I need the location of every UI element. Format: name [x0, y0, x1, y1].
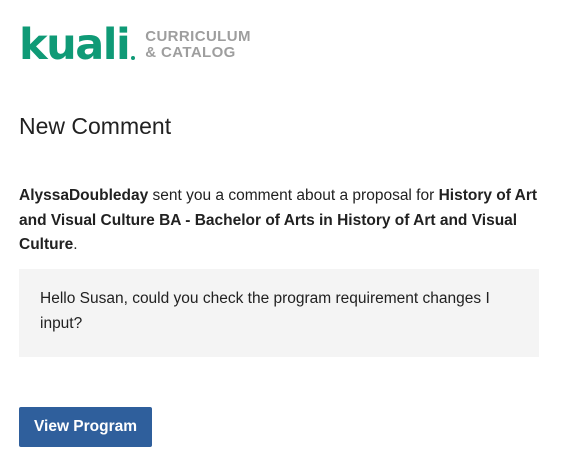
logo-dot: [131, 56, 136, 60]
kuali-logo: kuali CURRICULUM & CATALOG: [19, 20, 251, 70]
comment-text: Hello Susan, could you check the program…: [40, 290, 490, 332]
logo-subtitle-line1: CURRICULUM: [145, 28, 251, 45]
logo-subtitle: CURRICULUM & CATALOG: [145, 29, 251, 61]
view-program-button[interactable]: View Program: [19, 407, 152, 447]
email-page: kuali CURRICULUM & CATALOG New Comment A…: [0, 0, 561, 471]
message-middle: sent you a comment about a proposal for: [148, 187, 439, 204]
message-end: .: [73, 236, 78, 253]
page-title: New Comment: [19, 113, 172, 139]
comment-box: Hello Susan, could you check the program…: [19, 269, 539, 357]
notification-message: AlyssaDoubleday sent you a comment about…: [19, 184, 539, 258]
logo-wordmark: kuali: [19, 20, 131, 70]
logo-subtitle-line2: & CATALOG: [145, 44, 236, 61]
sender-name: AlyssaDoubleday: [19, 187, 149, 204]
